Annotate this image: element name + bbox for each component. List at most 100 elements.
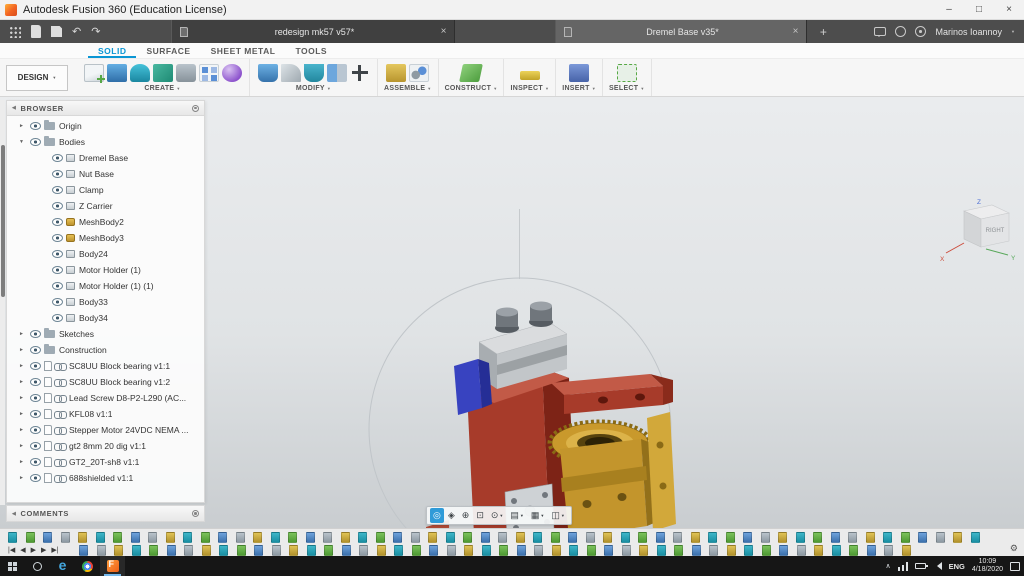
ribbon-group-dropdown[interactable]: MODIFY▼: [296, 85, 331, 92]
notifications-icon[interactable]: [895, 26, 906, 37]
visibility-eye-icon[interactable]: [30, 362, 41, 370]
browser-item[interactable]: ►gt2 8mm 20 dig v1:1: [7, 438, 204, 454]
expand-arrow-icon[interactable]: ►: [17, 363, 26, 369]
ribbon-group-dropdown[interactable]: SELECT▼: [609, 85, 645, 92]
timeline-feature-icon[interactable]: [762, 545, 771, 556]
browser-item[interactable]: Dremel Base: [7, 150, 204, 166]
timeline-feature-icon[interactable]: [464, 545, 473, 556]
browser-item[interactable]: ►Stepper Motor 24VDC NEMA ...: [7, 422, 204, 438]
timeline-feature-icon[interactable]: [447, 545, 456, 556]
timeline-feature-icon[interactable]: [113, 532, 122, 543]
play-button[interactable]: ▶: [31, 546, 36, 554]
network-icon[interactable]: [898, 562, 908, 571]
timeline-feature-icon[interactable]: [79, 545, 88, 556]
document-tab[interactable]: redesign mk57 v57*×: [171, 20, 455, 43]
expand-arrow-icon[interactable]: ►: [17, 443, 26, 449]
timeline-feature-icon[interactable]: [253, 532, 262, 543]
visibility-eye-icon[interactable]: [30, 330, 41, 338]
timeline-feature-icon[interactable]: [201, 532, 210, 543]
timeline-feature-icon[interactable]: [148, 532, 157, 543]
browser-item[interactable]: ►Sketches: [7, 326, 204, 342]
timeline-feature-icon[interactable]: [288, 532, 297, 543]
ribbon-tab-solid[interactable]: SOLID: [88, 43, 136, 58]
timeline-feature-icon[interactable]: [499, 545, 508, 556]
user-account-name[interactable]: Marinos Ioannoy: [935, 27, 1002, 37]
timeline-feature-icon[interactable]: [78, 532, 87, 543]
measure-icon[interactable]: [520, 71, 540, 80]
timeline-feature-icon[interactable]: [639, 545, 648, 556]
visibility-eye-icon[interactable]: [52, 234, 63, 242]
clock[interactable]: 10:09 4/18/2020: [972, 558, 1003, 575]
expand-arrow-icon[interactable]: ►: [17, 123, 26, 129]
timeline-feature-icon[interactable]: [867, 545, 876, 556]
timeline-feature-icon[interactable]: [673, 532, 682, 543]
timeline-feature-icon[interactable]: [779, 545, 788, 556]
timeline-feature-icon[interactable]: [132, 545, 141, 556]
timeline-feature-icon[interactable]: [866, 532, 875, 543]
timeline-feature-icon[interactable]: [902, 545, 911, 556]
workspace-selector[interactable]: DESIGN ▼: [6, 65, 68, 91]
visibility-eye-icon[interactable]: [52, 202, 63, 210]
timeline-feature-icon[interactable]: [884, 545, 893, 556]
comments-icon[interactable]: [874, 27, 886, 36]
visibility-eye-icon[interactable]: [52, 154, 63, 162]
timeline-feature-icon[interactable]: [289, 545, 298, 556]
timeline-feature-icon[interactable]: [359, 545, 368, 556]
zoom-button[interactable]: ⊙▼: [488, 508, 507, 523]
browser-item[interactable]: Z Carrier: [7, 198, 204, 214]
timeline-feature-icon[interactable]: [971, 532, 980, 543]
timeline-feature-icon[interactable]: [691, 532, 700, 543]
document-tab[interactable]: Dremel Base v35*×: [555, 20, 807, 43]
redo-icon[interactable]: ↷: [91, 25, 100, 38]
visibility-eye-icon[interactable]: [30, 410, 41, 418]
comments-panel-header[interactable]: ◀ COMMENTS: [6, 505, 205, 522]
timeline-feature-icon[interactable]: [516, 532, 525, 543]
ribbon-group-dropdown[interactable]: CONSTRUCT▼: [445, 85, 498, 92]
timeline-feature-icon[interactable]: [778, 532, 787, 543]
pan-button[interactable]: ⊕: [459, 508, 473, 523]
viewcube[interactable]: RIGHT X Y Z: [934, 197, 1020, 269]
timeline-feature-icon[interactable]: [551, 532, 560, 543]
timeline-feature-icon[interactable]: [848, 532, 857, 543]
timeline-feature-icon[interactable]: [254, 545, 263, 556]
timeline-feature-icon[interactable]: [429, 545, 438, 556]
expand-arrow-icon[interactable]: ►: [17, 347, 26, 353]
timeline-feature-icon[interactable]: [411, 532, 420, 543]
scrollbar-thumb[interactable]: [1, 145, 5, 297]
timeline-feature-icon[interactable]: [657, 545, 666, 556]
insert-mesh-icon[interactable]: [569, 64, 589, 82]
visibility-eye-icon[interactable]: [30, 474, 41, 482]
ribbon-tab-sheet-metal[interactable]: SHEET METAL: [201, 43, 286, 58]
taskbar-app-chrome[interactable]: [75, 556, 100, 576]
timeline-feature-icon[interactable]: [324, 545, 333, 556]
ribbon-group-dropdown[interactable]: ASSEMBLE▼: [384, 85, 432, 92]
visibility-eye-icon[interactable]: [52, 170, 63, 178]
timeline-feature-icon[interactable]: [377, 545, 386, 556]
new-component-icon[interactable]: [386, 64, 406, 82]
close-tab-icon[interactable]: ×: [793, 26, 799, 37]
visibility-eye-icon[interactable]: [52, 314, 63, 322]
new-sketch-icon[interactable]: [84, 64, 104, 82]
ribbon-tab-tools[interactable]: TOOLS: [285, 43, 337, 58]
browser-item[interactable]: MeshBody3: [7, 230, 204, 246]
combine-icon[interactable]: [327, 64, 347, 82]
timeline-feature-icon[interactable]: [463, 532, 472, 543]
viewcube-face-label[interactable]: RIGHT: [986, 228, 1005, 234]
timeline-feature-icon[interactable]: [482, 545, 491, 556]
ribbon-tab-surface[interactable]: SURFACE: [136, 43, 200, 58]
visibility-eye-icon[interactable]: [30, 138, 41, 146]
timeline-feature-icon[interactable]: [394, 545, 403, 556]
timeline-feature-icon[interactable]: [936, 532, 945, 543]
visibility-eye-icon[interactable]: [30, 378, 41, 386]
skip-to-end-button[interactable]: ▶|: [51, 546, 58, 554]
browser-item[interactable]: ►Origin: [7, 118, 204, 134]
timeline-feature-icon[interactable]: [61, 532, 70, 543]
browser-item[interactable]: Nut Base: [7, 166, 204, 182]
timeline-feature-icon[interactable]: [517, 545, 526, 556]
visibility-eye-icon[interactable]: [52, 298, 63, 306]
visibility-eye-icon[interactable]: [30, 346, 41, 354]
close-tab-icon[interactable]: ×: [441, 26, 447, 37]
timeline-feature-icon[interactable]: [97, 545, 106, 556]
speaker-icon[interactable]: [933, 562, 942, 570]
timeline-feature-icon[interactable]: [219, 545, 228, 556]
